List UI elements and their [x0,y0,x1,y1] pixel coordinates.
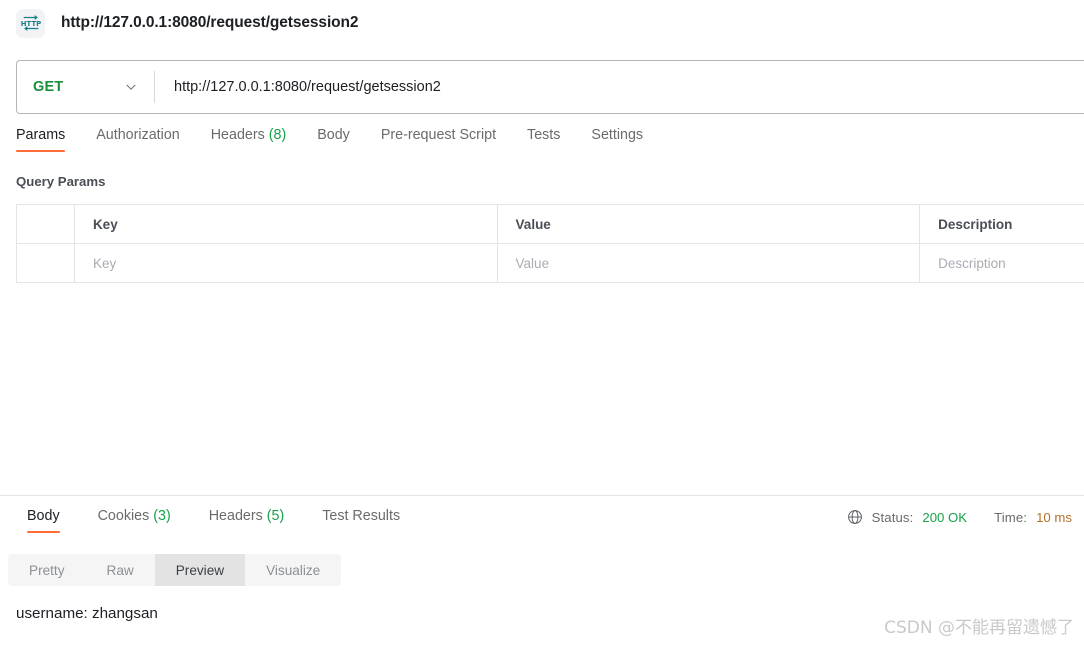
response-tab-test-results-label: Test Results [322,508,401,524]
table-row[interactable]: Key Value Description [17,244,1084,283]
response-tab-test-results[interactable]: Test Results [322,508,400,533]
tab-headers-label: Headers [210,127,265,143]
url-bar: GET http://127.0.0.1:8080/request/getses… [16,60,1084,114]
query-params-table: Key Value Description Key Value Descript… [16,204,1084,283]
svg-text:HTTP: HTTP [20,20,41,28]
viewer-mode-raw[interactable]: Raw [86,554,155,586]
tab-headers-count: (8) [268,127,287,143]
tab-tests-label: Tests [527,127,561,143]
response-tab-headers[interactable]: Headers (5) [209,508,285,533]
query-params-heading: Query Params [16,174,106,189]
response-tab-cookies[interactable]: Cookies (3) [98,508,171,533]
response-tabs: Body Cookies (3) Headers (5) Test Result… [0,508,620,540]
tab-pre-request-script[interactable]: Pre-request Script [381,127,496,152]
response-tab-body[interactable]: Body [27,508,60,533]
tab-body[interactable]: Body [317,127,350,152]
chevron-down-icon [124,80,138,94]
response-panel-divider [0,495,1084,496]
response-tab-cookies-label: Cookies [97,508,150,524]
http-protocol-icon: HTTP [16,8,45,38]
table-header-row: Key Value Description [17,205,1084,244]
response-viewer-modes: Pretty Raw Preview Visualize [8,554,342,586]
status-badge: 200 OK [922,509,968,525]
titlebar: HTTP http://127.0.0.1:8080/request/getse… [0,0,1084,46]
response-tab-cookies-count: (3) [153,508,171,524]
time-label: Time: [994,509,1028,525]
page-title: http://127.0.0.1:8080/request/getsession… [61,14,359,31]
viewer-mode-pretty[interactable]: Pretty [8,554,86,586]
tab-body-label: Body [317,127,350,143]
request-tabs: Params Authorization Headers (8) Body Pr… [0,127,1084,163]
url-input[interactable]: http://127.0.0.1:8080/request/getsession… [155,61,1084,113]
tab-authorization-label: Authorization [96,127,180,143]
response-tab-headers-count: (5) [266,508,285,524]
description-input[interactable]: Description [920,244,1084,282]
tab-tests[interactable]: Tests [527,127,560,152]
tab-settings-label: Settings [591,127,644,143]
tab-pre-request-script-label: Pre-request Script [380,127,497,143]
response-status-bar: Status: 200 OK Time: 10 ms [847,509,1072,525]
column-header-value: Value [498,205,921,243]
http-method-label: GET [33,79,64,95]
http-method-select[interactable]: GET [17,61,154,113]
column-header-key: Key [75,205,498,243]
viewer-mode-visualize[interactable]: Visualize [245,554,341,586]
row-checkbox-cell[interactable] [17,244,75,282]
column-header-check [17,205,75,243]
globe-icon [847,509,863,525]
postman-request-window: HTTP http://127.0.0.1:8080/request/getse… [0,0,1084,647]
tab-authorization[interactable]: Authorization [96,127,179,152]
response-tab-headers-label: Headers [208,508,263,524]
key-input[interactable]: Key [75,244,498,282]
tab-params[interactable]: Params [16,127,66,152]
status-label: Status: [871,509,914,525]
tab-params-label: Params [16,127,66,143]
tab-settings[interactable]: Settings [591,127,643,152]
viewer-mode-preview[interactable]: Preview [154,554,246,586]
time-value: 10 ms [1036,509,1072,525]
watermark: CSDN @不能再留遗憾了 [884,618,1074,638]
response-tab-body-label: Body [27,508,60,524]
column-header-description: Description [920,205,1084,243]
value-input[interactable]: Value [498,244,921,282]
tab-headers[interactable]: Headers (8) [211,127,287,152]
response-body-text: username: zhangsan [16,605,158,622]
